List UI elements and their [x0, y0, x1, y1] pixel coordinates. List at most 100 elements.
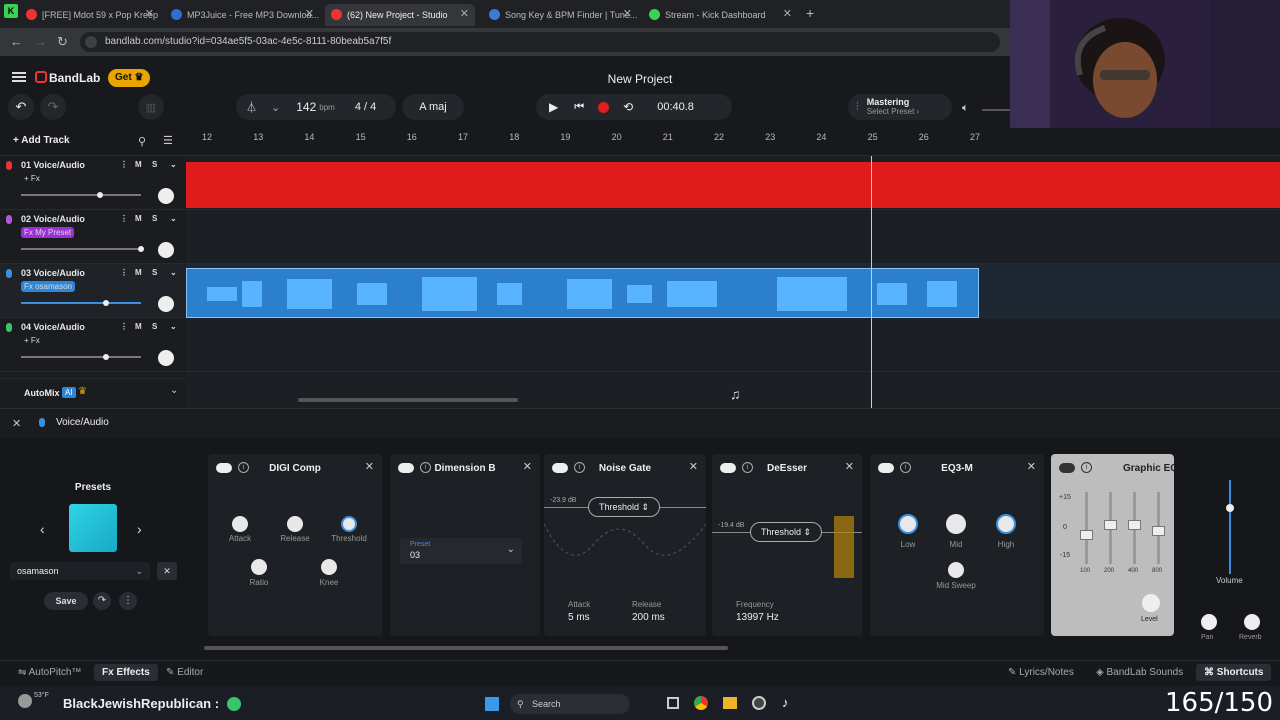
release-knob[interactable]: [287, 516, 303, 532]
browser-tab[interactable]: Song Key & BPM Finder | Tune... ✕: [483, 4, 638, 26]
tempo-value[interactable]: 142: [296, 100, 316, 114]
add-fx-button[interactable]: + Fx: [21, 335, 43, 346]
track-menu-icon[interactable]: ⋮: [120, 214, 128, 223]
close-icon[interactable]: ✕: [1027, 460, 1036, 473]
preset-select[interactable]: osamason ⌄: [10, 562, 150, 580]
track-menu-icon[interactable]: ⋮: [120, 268, 128, 277]
play-icon[interactable]: ▶: [549, 100, 558, 114]
track-header-selected[interactable]: 03 Voice/Audio Fx osamason ⋮ M S ⌄: [0, 264, 186, 318]
effects-tab[interactable]: Fx Effects: [94, 664, 158, 681]
chevron-down-icon[interactable]: ⌄: [170, 268, 177, 277]
track-lanes[interactable]: ♫: [186, 156, 1280, 408]
close-icon[interactable]: ✕: [689, 460, 698, 473]
file-explorer-icon[interactable]: [723, 697, 737, 709]
track-menu-icon[interactable]: ⋮: [120, 160, 128, 169]
fx-preset-badge[interactable]: Fx My Preset: [21, 227, 75, 238]
pan-knob[interactable]: [158, 296, 174, 312]
release-value[interactable]: 200 ms: [632, 612, 665, 623]
chevron-down-icon[interactable]: ⌄: [271, 101, 280, 114]
high-knob[interactable]: [996, 514, 1016, 534]
track-name[interactable]: 04 Voice/Audio: [21, 322, 85, 332]
track-lane[interactable]: [186, 318, 1280, 372]
eq-band-slider[interactable]: [1128, 492, 1141, 564]
loop-icon[interactable]: ⟲: [623, 100, 633, 114]
pan-knob[interactable]: [158, 188, 174, 204]
mute-button[interactable]: M: [135, 268, 142, 277]
site-info-icon[interactable]: [85, 36, 97, 48]
settings-sliders-icon[interactable]: ☰: [163, 134, 173, 147]
audio-region-red[interactable]: [186, 162, 1280, 208]
volume-slider[interactable]: [21, 192, 141, 198]
track-name[interactable]: 02 Voice/Audio: [21, 214, 85, 224]
shortcuts-tab[interactable]: ⌘ Shortcuts: [1196, 664, 1272, 681]
track-lane[interactable]: [186, 156, 1280, 210]
track-lane[interactable]: [186, 264, 1280, 318]
track-header[interactable]: 01 Voice/Audio + Fx ⋮ M S ⌄: [0, 156, 186, 210]
undo-button[interactable]: ↶: [8, 94, 34, 120]
close-icon[interactable]: ✕: [365, 460, 374, 473]
volume-slider[interactable]: [21, 300, 141, 306]
add-music-icon[interactable]: ♫: [730, 386, 741, 402]
track-name[interactable]: 03 Voice/Audio: [21, 268, 85, 278]
redo-button[interactable]: ↷: [40, 94, 66, 120]
task-view-icon[interactable]: [667, 697, 679, 709]
tempo-control[interactable]: ⏃ ⌄ 142 bpm 4 / 4: [236, 94, 396, 120]
playhead[interactable]: [871, 156, 872, 408]
mute-button[interactable]: M: [135, 322, 142, 331]
attack-knob[interactable]: [232, 516, 248, 532]
mute-button[interactable]: M: [135, 214, 142, 223]
close-icon[interactable]: ✕: [12, 417, 21, 430]
mixer-button[interactable]: ▥: [138, 94, 164, 120]
close-icon[interactable]: ✕: [623, 7, 632, 20]
ratio-knob[interactable]: [251, 559, 267, 575]
chevron-down-icon[interactable]: ⌄: [170, 385, 178, 396]
tiktok-icon[interactable]: ♪: [782, 695, 789, 710]
mastering-button[interactable]: ⫶ Mastering Select Preset ›: [848, 94, 952, 120]
forward-icon[interactable]: →: [34, 34, 47, 49]
more-icon[interactable]: ⋮: [119, 592, 137, 610]
chevron-right-icon[interactable]: ›: [137, 521, 142, 537]
timeline-ruler[interactable]: 12 13 14 15 16 17 18 19 20 21 22 23 24 25 26 27: [186, 128, 1280, 156]
back-icon[interactable]: ←: [10, 34, 23, 49]
low-knob[interactable]: [898, 514, 918, 534]
audio-region-blue[interactable]: [186, 268, 979, 318]
deesser-band[interactable]: [834, 516, 854, 578]
close-icon[interactable]: ✕: [845, 460, 854, 473]
pan-knob[interactable]: [158, 242, 174, 258]
dimension-preset-select[interactable]: Preset 03 ⌄: [400, 538, 522, 564]
taskbar-search[interactable]: ⚲ Search: [510, 694, 630, 714]
track-lane[interactable]: [186, 210, 1280, 264]
eq-band-slider[interactable]: [1080, 492, 1093, 564]
lyrics-tab[interactable]: ✎ Lyrics/Notes: [1008, 667, 1074, 678]
pan-knob[interactable]: [158, 350, 174, 366]
weather-icon[interactable]: [18, 694, 32, 708]
windows-start-icon[interactable]: [485, 697, 499, 711]
record-icon[interactable]: [598, 101, 610, 113]
volume-slider[interactable]: [21, 246, 144, 252]
sounds-tab[interactable]: ◈ BandLab Sounds: [1096, 667, 1183, 678]
save-button[interactable]: Save: [44, 592, 88, 610]
volume-slider[interactable]: [21, 354, 141, 360]
level-knob[interactable]: [1142, 594, 1160, 612]
info-icon[interactable]: i: [1081, 462, 1092, 473]
track-header[interactable]: 02 Voice/Audio Fx My Preset ⋮ M S ⌄: [0, 210, 186, 264]
chevron-down-icon[interactable]: ⌄: [170, 214, 177, 223]
preset-thumbnail[interactable]: [69, 504, 117, 552]
solo-button[interactable]: S: [152, 322, 157, 331]
eq-band-slider[interactable]: [1152, 492, 1165, 564]
fx-toggle[interactable]: [1059, 463, 1075, 473]
attack-value[interactable]: 5 ms: [568, 612, 590, 623]
metronome-icon[interactable]: ⏃: [246, 99, 257, 115]
close-icon[interactable]: ✕: [523, 460, 532, 473]
preset-clear-icon[interactable]: ✕: [157, 562, 177, 580]
reload-icon[interactable]: ↻: [57, 34, 68, 50]
share-icon[interactable]: ↷: [93, 592, 111, 610]
knee-knob[interactable]: [321, 559, 337, 575]
track-menu-icon[interactable]: ⋮: [120, 322, 128, 331]
solo-button[interactable]: S: [152, 268, 157, 277]
automix-row[interactable]: AutoMix AI ♛ ⌄: [0, 378, 186, 408]
chevron-down-icon[interactable]: ⌄: [170, 322, 177, 331]
close-icon[interactable]: ✕: [145, 7, 154, 20]
browser-tab-active[interactable]: (62) New Project - Studio ✕: [325, 4, 475, 26]
fx-preset-badge[interactable]: Fx osamason: [21, 281, 76, 292]
